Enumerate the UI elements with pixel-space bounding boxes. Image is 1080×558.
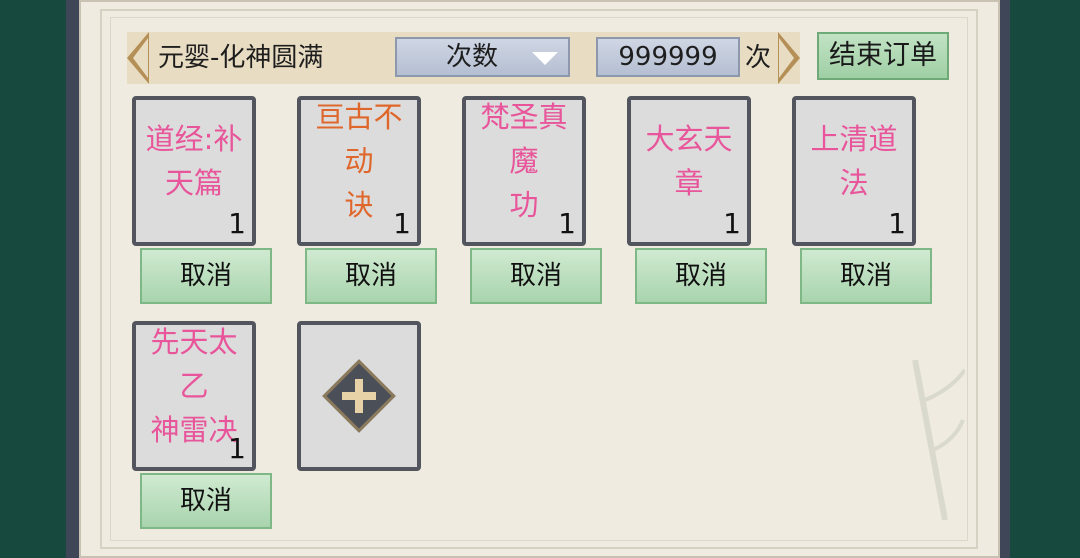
technique-name: 梵圣真魔功 [480, 100, 568, 222]
technique-slot-6[interactable]: 先天太乙 神雷决 1 [132, 321, 256, 471]
technique-name: 先天太乙 神雷决 [150, 325, 238, 447]
bamboo-decoration [912, 360, 965, 520]
prev-arrow-icon[interactable] [127, 32, 151, 84]
count-input[interactable]: 999999 [596, 37, 740, 77]
cancel-button-1[interactable]: 取消 [140, 248, 272, 304]
technique-count: 1 [558, 207, 576, 240]
technique-slot-3[interactable]: 梵圣真魔功 1 [462, 96, 586, 246]
technique-name: 道经:补 天篇 [145, 122, 243, 200]
technique-name: 上清道法 [810, 122, 898, 200]
plus-diamond-icon [322, 359, 396, 433]
technique-count: 1 [228, 207, 246, 240]
technique-name: 大玄天章 [645, 122, 733, 200]
technique-count: 1 [888, 207, 906, 240]
technique-slot-4[interactable]: 大玄天章 1 [627, 96, 751, 246]
technique-name: 亘古不动诀 [315, 100, 403, 222]
order-title: 元婴-化神圆满 [158, 43, 324, 73]
cancel-button-6[interactable]: 取消 [140, 473, 272, 529]
count-unit: 次 [745, 43, 772, 73]
technique-slot-2[interactable]: 亘古不动诀 1 [297, 96, 421, 246]
cancel-button-4[interactable]: 取消 [635, 248, 767, 304]
next-arrow-icon[interactable] [776, 32, 800, 84]
cancel-button-3[interactable]: 取消 [470, 248, 602, 304]
technique-count: 1 [393, 207, 411, 240]
add-technique-slot[interactable] [297, 321, 421, 471]
technique-slot-1[interactable]: 道经:补 天篇 1 [132, 96, 256, 246]
mode-dropdown[interactable]: 次数 [395, 37, 570, 77]
technique-count: 1 [723, 207, 741, 240]
triangle-down-icon [532, 52, 558, 65]
technique-count: 1 [228, 432, 246, 465]
end-order-button[interactable]: 结束订单 [817, 32, 949, 80]
cancel-button-2[interactable]: 取消 [305, 248, 437, 304]
mode-dropdown-label: 次数 [445, 42, 498, 72]
cancel-button-5[interactable]: 取消 [800, 248, 932, 304]
technique-slot-5[interactable]: 上清道法 1 [792, 96, 916, 246]
